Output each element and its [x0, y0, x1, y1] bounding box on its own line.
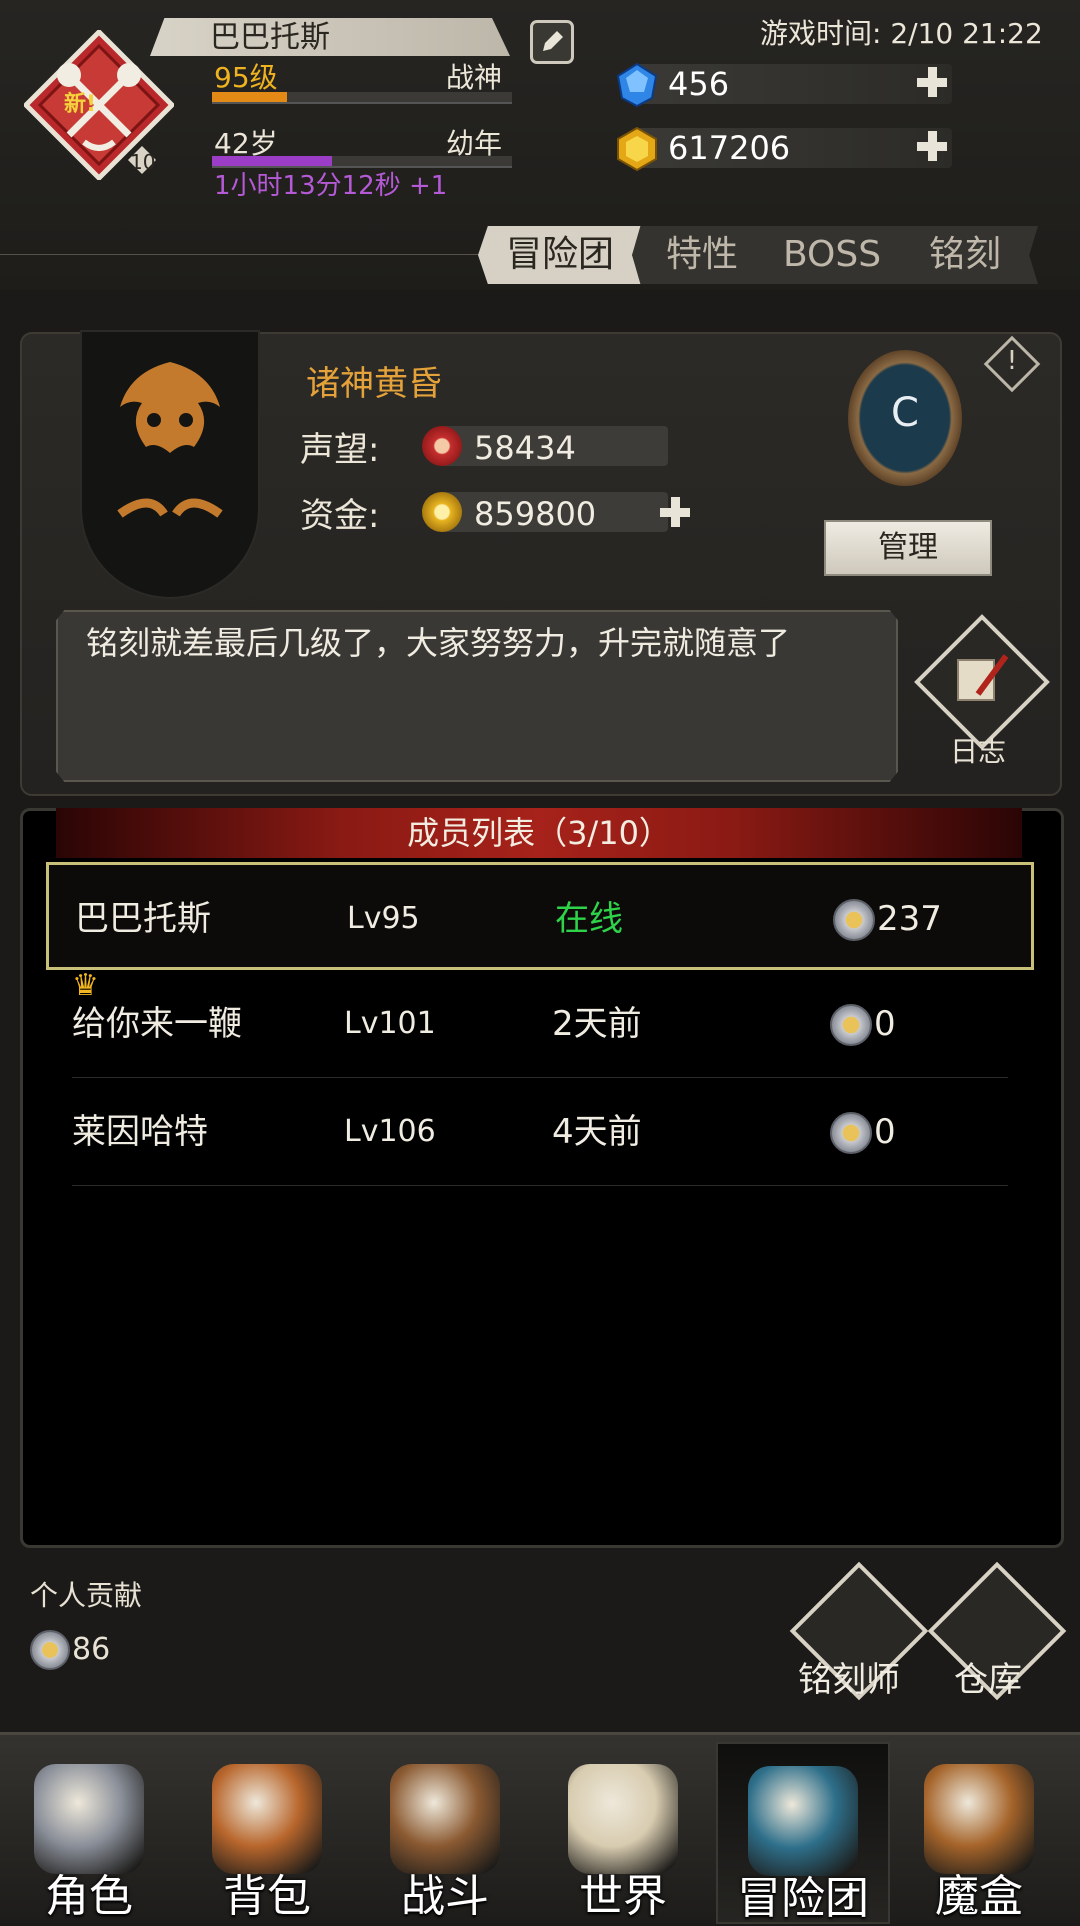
add-gems-button[interactable] — [915, 65, 949, 99]
member-name: 莱因哈特 — [72, 1112, 208, 1152]
reputation-icon — [422, 426, 462, 466]
player-title: 战神 — [446, 61, 503, 94]
guild-name: 诸神黄昏 — [306, 364, 442, 404]
member-status: 2天前 — [552, 1004, 642, 1044]
game-time: 游戏时间: 2/10 21:22 — [760, 17, 1043, 50]
nav-label: 魔盒 — [935, 1871, 1023, 1922]
funds-value: 859800 — [474, 495, 597, 533]
reputation-label: 声望: — [300, 430, 380, 470]
funds-label: 资金: — [300, 496, 380, 536]
member-contribution: 0 — [874, 1112, 896, 1152]
member-contribution: 237 — [877, 899, 942, 939]
helmet-icon — [34, 1764, 144, 1874]
member-row[interactable]: 巴巴托斯 Lv95 在线 237 — [46, 862, 1034, 970]
guild-notice-text: 铭刻就差最后几级了，大家努努力，升完就随意了 — [86, 624, 791, 662]
pencil-icon — [543, 31, 563, 51]
nav-item[interactable]: 魔盒 — [894, 1742, 1064, 1922]
nav-label: 世界 — [579, 1871, 667, 1922]
nav-label: 角色 — [45, 1871, 133, 1922]
nav-item[interactable]: 战斗 — [360, 1742, 530, 1922]
tab-traits[interactable]: 特性 — [632, 226, 772, 284]
name-plate — [150, 18, 510, 56]
backpack-icon — [212, 1764, 322, 1874]
contribution-medal-icon — [30, 1630, 70, 1670]
age-timer: 1小时13分12秒 +1 — [214, 171, 448, 201]
personal-contribution-value: 86 — [72, 1632, 111, 1667]
add-gold-button[interactable] — [915, 129, 949, 163]
member-list-title: 成员列表（3/10） — [56, 808, 1022, 858]
player-name: 巴巴托斯 — [210, 20, 330, 55]
inscriber-label[interactable]: 铭刻师 — [798, 1652, 900, 1701]
row-divider — [72, 1185, 1008, 1186]
member-row[interactable]: ♛ 给你来一鞭 Lv101 2天前 0 — [46, 968, 1034, 1078]
player-level: 95级 — [214, 61, 278, 94]
tab-divider-line — [0, 254, 480, 255]
quill-scroll-icon — [957, 654, 1009, 701]
log-label[interactable]: 日志 — [950, 730, 1006, 770]
nav-label: 冒险团 — [737, 1873, 869, 1924]
contribution-medal-icon — [830, 1004, 872, 1046]
nav-label: 战斗 — [401, 1871, 489, 1922]
warehouse-label[interactable]: 仓库 — [954, 1652, 1022, 1701]
member-row[interactable]: 莱因哈特 Lv106 4天前 0 — [46, 1078, 1034, 1186]
member-level: Lv101 — [344, 1006, 436, 1041]
member-status: 4天前 — [552, 1112, 642, 1152]
gem-amount: 456 — [668, 65, 730, 103]
guild-banner — [82, 332, 258, 597]
contribution-medal-icon — [830, 1112, 872, 1154]
member-status: 在线 — [555, 899, 623, 939]
reputation-value: 58434 — [474, 429, 576, 467]
scroll-map-icon — [568, 1764, 678, 1874]
gold-gem-icon — [617, 126, 657, 172]
member-level: Lv95 — [347, 901, 420, 936]
nav-item[interactable]: 背包 — [182, 1742, 352, 1922]
member-contribution: 0 — [874, 1004, 896, 1044]
tab-boss[interactable]: BOSS — [762, 226, 902, 284]
member-name: 给你来一鞭 — [72, 1004, 242, 1044]
sword-shield-icon — [390, 1764, 500, 1874]
member-level: Lv106 — [344, 1114, 436, 1149]
tab-inscription[interactable]: 铭刻 — [892, 226, 1038, 284]
tab-adventure-group[interactable]: 冒险团 — [478, 226, 642, 284]
nav-item[interactable]: 角色 — [4, 1742, 174, 1922]
level-progress-bar — [212, 92, 512, 104]
gold-amount: 617206 — [668, 129, 791, 167]
castle-icon — [748, 1766, 858, 1876]
blue-gem-icon — [616, 62, 658, 108]
info-mark: ! — [1006, 346, 1018, 376]
nav-item[interactable]: 冒险团 — [716, 1742, 890, 1924]
magic-box-icon — [924, 1764, 1034, 1874]
gold-coin-icon — [422, 492, 462, 532]
manage-button[interactable]: 管理 — [824, 520, 992, 576]
edit-name-button[interactable] — [530, 20, 574, 64]
demon-emblem-icon — [117, 362, 223, 518]
guild-rank: C — [891, 390, 919, 436]
contribution-medal-icon — [833, 899, 875, 941]
add-funds-button[interactable] — [658, 495, 692, 529]
nav-label: 背包 — [223, 1871, 311, 1922]
personal-contribution-label: 个人贡献 — [30, 1579, 143, 1612]
nav-item[interactable]: 世界 — [538, 1742, 708, 1922]
member-name: 巴巴托斯 — [75, 899, 211, 939]
badge-level-number: 10 — [130, 150, 156, 174]
new-badge-label: 新! — [64, 92, 97, 117]
